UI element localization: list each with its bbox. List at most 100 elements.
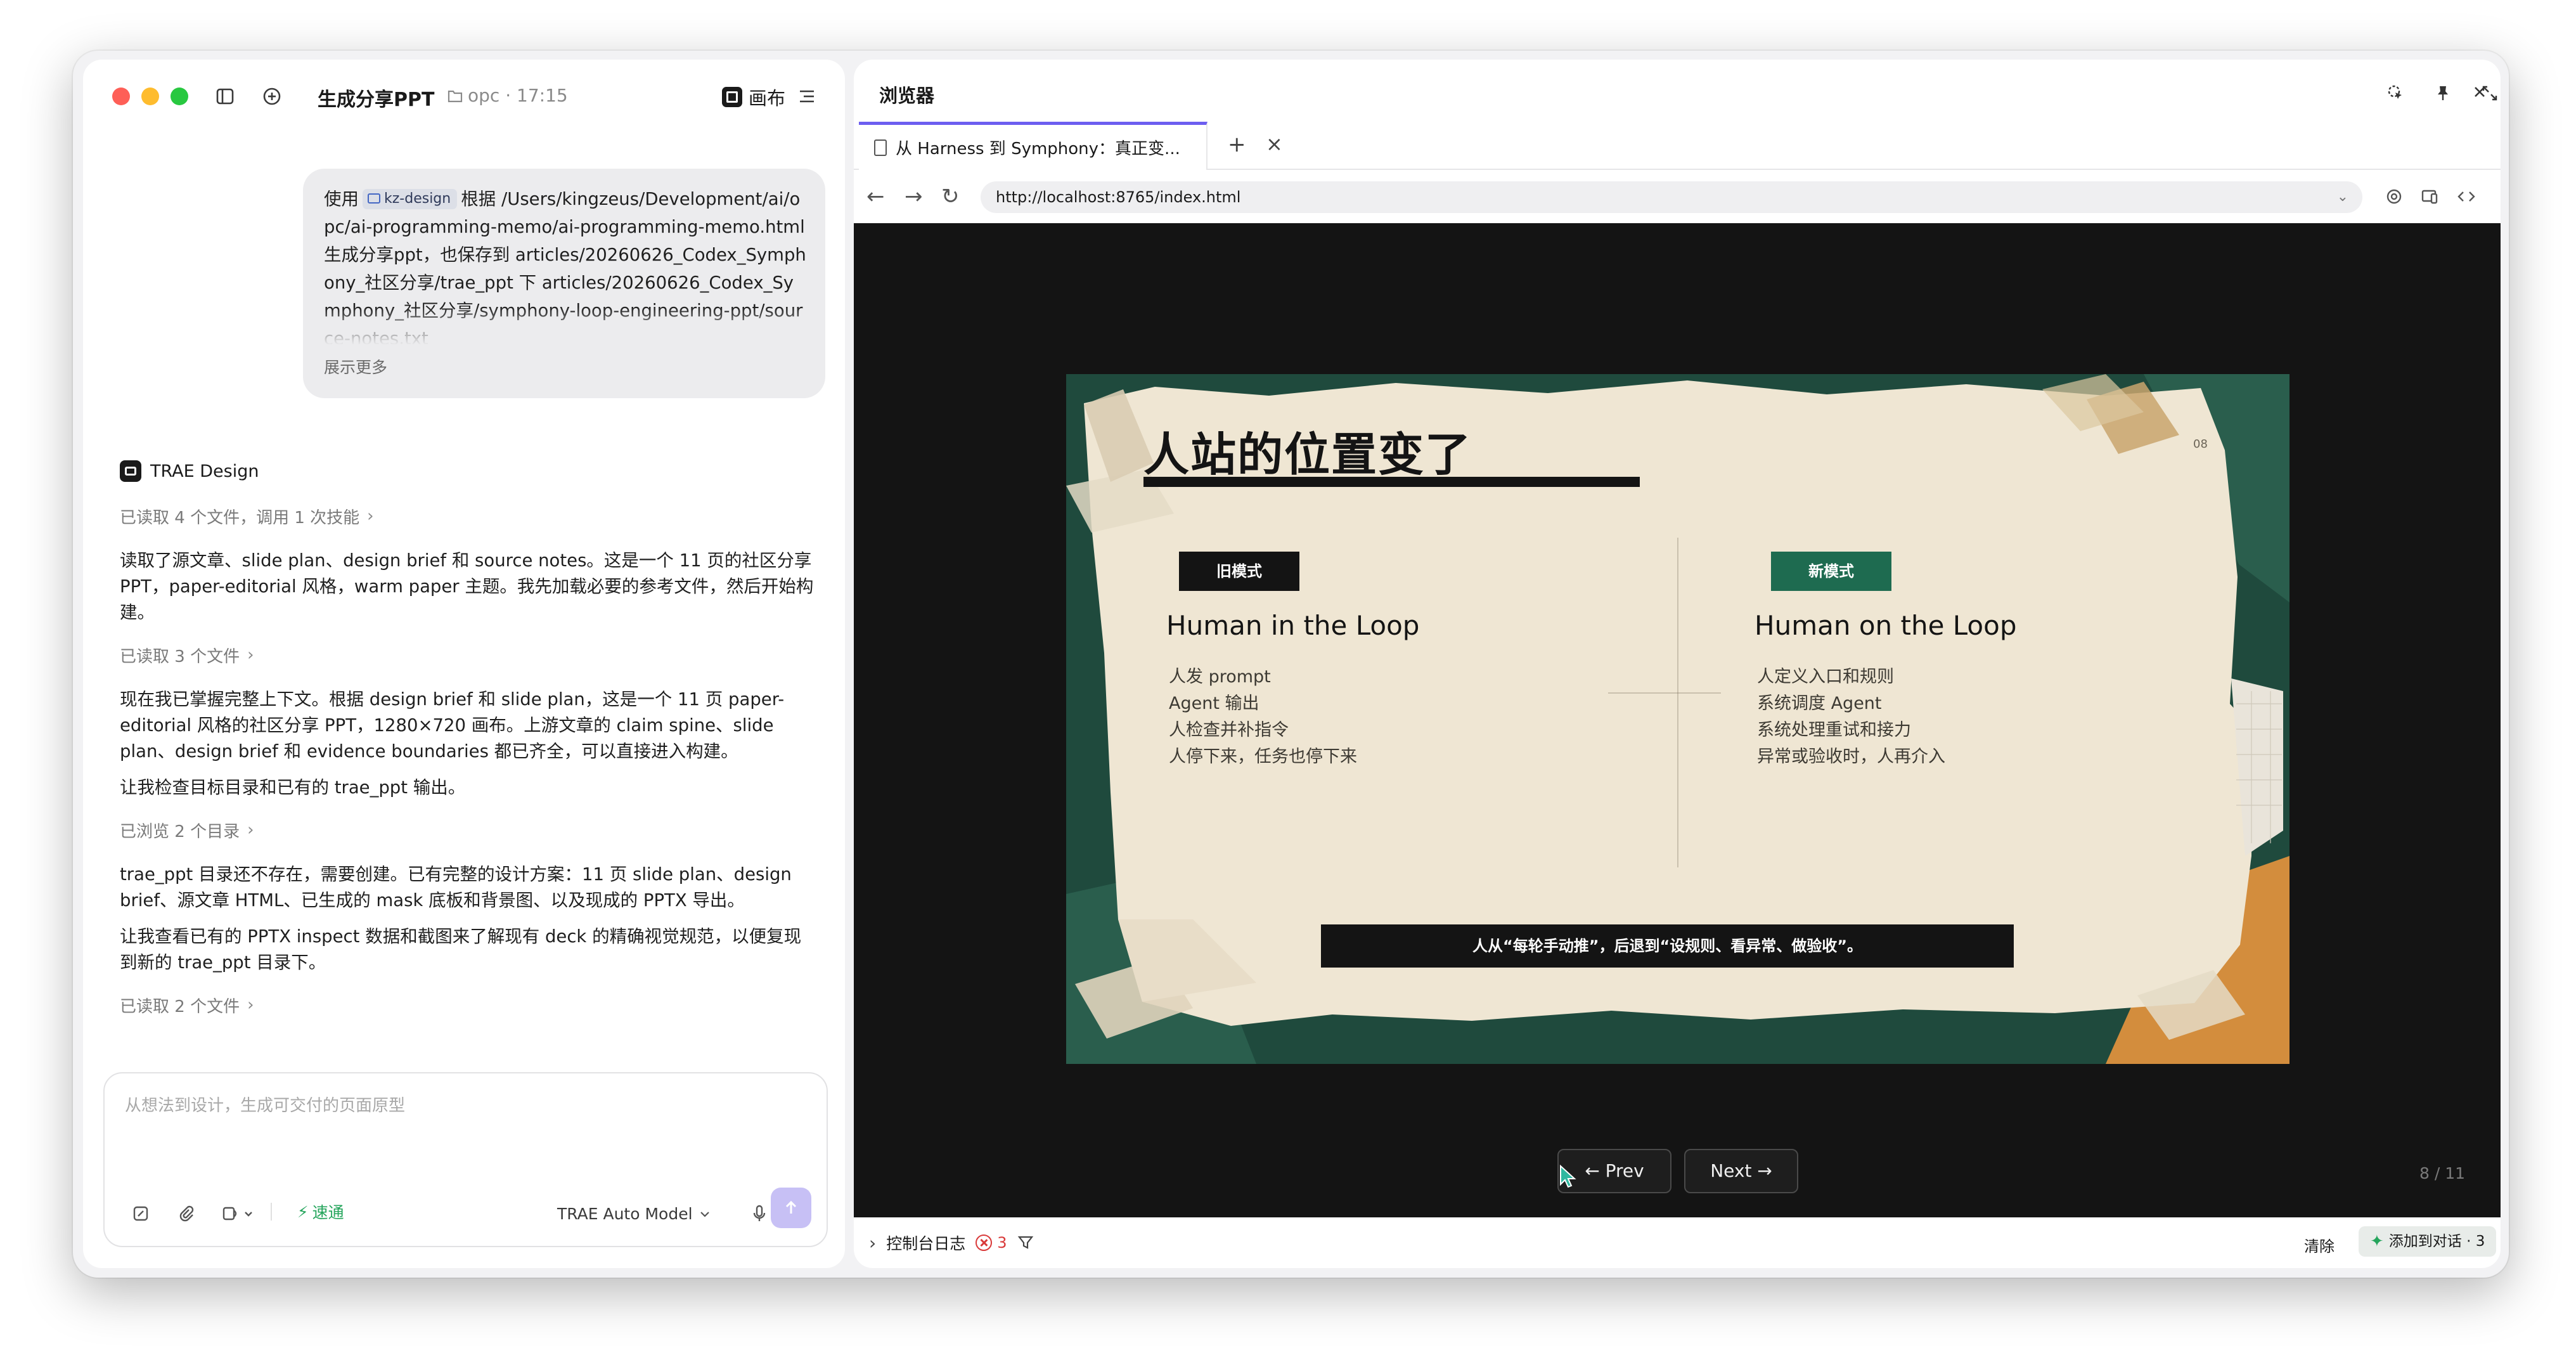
camera-capture-icon[interactable]: [2384, 186, 2404, 207]
agent-messages: 已读取 4 个文件，调用 1 次技能 › 读取了源文章、slide plan、de…: [120, 503, 817, 1018]
column-divider: [1677, 538, 1678, 867]
browser-header: 浏览器: [854, 60, 2501, 122]
new-tab-icon[interactable]: +: [1228, 132, 1246, 157]
canvas-label: 画布: [749, 87, 786, 109]
browser-title: 浏览器: [879, 85, 935, 107]
tool-summary[interactable]: 已读取 3 个文件 ›: [120, 642, 817, 668]
chat-panel: 生成分享PPT opc · 17:15 画布 使用 kz-design 根据 /Us…: [83, 60, 845, 1268]
list-menu-icon[interactable]: [795, 85, 818, 108]
tool-summary-text: 已浏览 2 个目录: [120, 822, 240, 841]
presentation-slide: 人站的位置变了 08 旧模式 Human in the Loop 人发 prom…: [1066, 374, 2289, 1064]
folder-icon: [448, 90, 463, 102]
agent-paragraph: 现在我已掌握完整上下文。根据 design brief 和 slide plan…: [120, 689, 785, 761]
mouse-cursor-icon: [1560, 1164, 1576, 1188]
filter-icon[interactable]: [1017, 1234, 1034, 1251]
new-mode-column: 新模式 Human on the Loop 人定义入口和规则 系统调度 Agen…: [1755, 552, 2016, 770]
agent-paragraph: 读取了源文章、slide plan、design brief 和 source …: [120, 550, 814, 623]
attachment-icon[interactable]: [176, 1203, 197, 1224]
browser-panel: 浏览器 从 Harness 到 Symphony：真正变... + × ← → …: [854, 60, 2501, 1268]
user-message-prefix: 使用: [324, 189, 359, 209]
trae-logo-icon: [120, 460, 141, 482]
maximize-window-button[interactable]: [171, 87, 188, 105]
tool-summary[interactable]: 已浏览 2 个目录 ›: [120, 817, 817, 843]
pin-icon[interactable]: [2432, 82, 2454, 104]
user-message: 使用 kz-design 根据 /Users/kingzeus/Developmen…: [303, 169, 825, 398]
center-cross-line: [1608, 692, 1721, 694]
new-chat-icon[interactable]: [261, 85, 283, 108]
old-mode-badge: 旧模式: [1179, 552, 1299, 591]
new-mode-heading: Human on the Loop: [1755, 610, 2017, 641]
minimize-window-button[interactable]: [141, 87, 159, 105]
browser-tab-active[interactable]: 从 Harness 到 Symphony：真正变...: [859, 122, 1208, 170]
reload-icon[interactable]: ↻: [941, 184, 960, 209]
error-count: 3: [997, 1234, 1007, 1252]
close-browser-icon[interactable]: [2469, 81, 2490, 103]
skill-chip-label: kz-design: [384, 191, 451, 207]
agent-paragraph: 让我检查目标目录和已有的 trae_ppt 输出。: [120, 777, 466, 798]
edit-icon[interactable]: [130, 1203, 151, 1224]
tool-summary-text: 已读取 4 个文件，调用 1 次技能: [120, 508, 360, 528]
list-item: 人发 prompt: [1169, 667, 1271, 687]
add-to-chat-label: 添加到对话 · 3: [2388, 1233, 2485, 1250]
slide-takeaway-bar: 人从“每轮手动推”，后退到“设规则、看异常、做验收”。: [1321, 924, 2014, 968]
model-selector[interactable]: TRAE Auto Model: [557, 1205, 711, 1223]
canvas-icon: [722, 87, 742, 107]
new-mode-list: 人定义入口和规则 系统调度 Agent 系统处理重试和接力 异常或验收时，人再介…: [1755, 664, 2016, 770]
close-tab-icon[interactable]: ×: [1266, 132, 1283, 156]
chevron-right-icon: ›: [247, 995, 254, 1014]
chevron-right-icon: ›: [869, 1232, 877, 1254]
browser-tab-bar: 从 Harness 到 Symphony：真正变... + ×: [854, 122, 2501, 170]
tab-title: 从 Harness 到 Symphony：真正变...: [896, 139, 1180, 159]
app-window: 生成分享PPT opc · 17:15 画布 使用 kz-design 根据 /Us…: [73, 51, 2509, 1278]
canvas-toggle-button[interactable]: 画布: [722, 84, 785, 110]
project-info: opc · 17:15: [448, 85, 568, 106]
close-window-button[interactable]: [112, 87, 130, 105]
sidebar-toggle-icon[interactable]: [214, 85, 236, 108]
speed-mode-button[interactable]: ⚡ 速通: [297, 1200, 344, 1223]
error-indicator[interactable]: 3: [976, 1234, 1007, 1252]
input-toolbar: ⚡ 速通 TRAE Auto Model: [105, 1188, 827, 1228]
conversation-title: 生成分享PPT: [318, 89, 435, 111]
mode-select-icon[interactable]: [220, 1203, 258, 1224]
chevron-down-icon[interactable]: ⌄: [2337, 181, 2348, 213]
agent-name: TRAE Design: [150, 461, 259, 481]
project-label: opc · 17:15: [468, 85, 568, 106]
slide-page-number: 08: [2193, 437, 2208, 451]
agent-header: TRAE Design: [120, 460, 259, 482]
prompt-input-box[interactable]: 从想法到设计，生成可交付的页面原型 ⚡ 速通 TRAE Auto Model: [103, 1072, 828, 1247]
forward-arrow-icon[interactable]: →: [905, 184, 923, 209]
arrow-up-icon: [785, 1200, 797, 1214]
prompt-placeholder[interactable]: 从想法到设计，生成可交付的页面原型: [125, 1092, 405, 1116]
add-to-chat-button[interactable]: ✦ 添加到对话 · 3: [2359, 1226, 2497, 1257]
document-icon: [874, 139, 887, 156]
send-button[interactable]: [771, 1188, 811, 1228]
element-select-icon[interactable]: [2385, 82, 2407, 104]
url-input[interactable]: http://localhost:8765/index.html ⌄: [981, 181, 2362, 213]
device-mode-icon[interactable]: [2419, 186, 2440, 207]
code-view-icon[interactable]: [2456, 186, 2476, 207]
toolbar-divider: [271, 1203, 272, 1221]
slide-counter: 8 / 11: [2419, 1164, 2466, 1182]
console-toggle[interactable]: › 控制台日志 3: [869, 1231, 1034, 1254]
list-item: 人定义入口和规则: [1757, 667, 1894, 687]
old-mode-list: 人发 prompt Agent 输出 人检查并补指令 人停下来，任务也停下来: [1166, 664, 1419, 770]
microphone-icon[interactable]: [749, 1203, 770, 1224]
next-slide-button[interactable]: Next →: [1684, 1149, 1798, 1193]
tool-summary[interactable]: 已读取 2 个文件 ›: [120, 992, 817, 1018]
agent-paragraph: 让我查看已有的 PPTX inspect 数据和截图来了解现有 deck 的精确…: [120, 926, 802, 973]
clear-console-button[interactable]: 清除: [2304, 1234, 2334, 1256]
sparkle-icon: ✦: [2370, 1232, 2384, 1251]
error-icon: [976, 1234, 993, 1251]
book-icon: [368, 193, 380, 204]
chevron-right-icon: ›: [247, 820, 254, 839]
show-more-link[interactable]: 展示更多: [324, 354, 806, 382]
back-arrow-icon[interactable]: ←: [866, 184, 885, 209]
url-text: http://localhost:8765/index.html: [996, 188, 1241, 206]
skill-chip[interactable]: kz-design: [363, 189, 458, 209]
tool-summary[interactable]: 已读取 4 个文件，调用 1 次技能 ›: [120, 503, 817, 529]
address-bar-row: ← → ↻ http://localhost:8765/index.html ⌄: [854, 170, 2501, 223]
new-mode-badge: 新模式: [1771, 552, 1891, 591]
old-mode-column: 旧模式 Human in the Loop 人发 prompt Agent 输出…: [1166, 552, 1419, 770]
chat-titlebar: 生成分享PPT opc · 17:15 画布: [83, 60, 845, 129]
tool-summary-text: 已读取 3 个文件: [120, 647, 240, 666]
